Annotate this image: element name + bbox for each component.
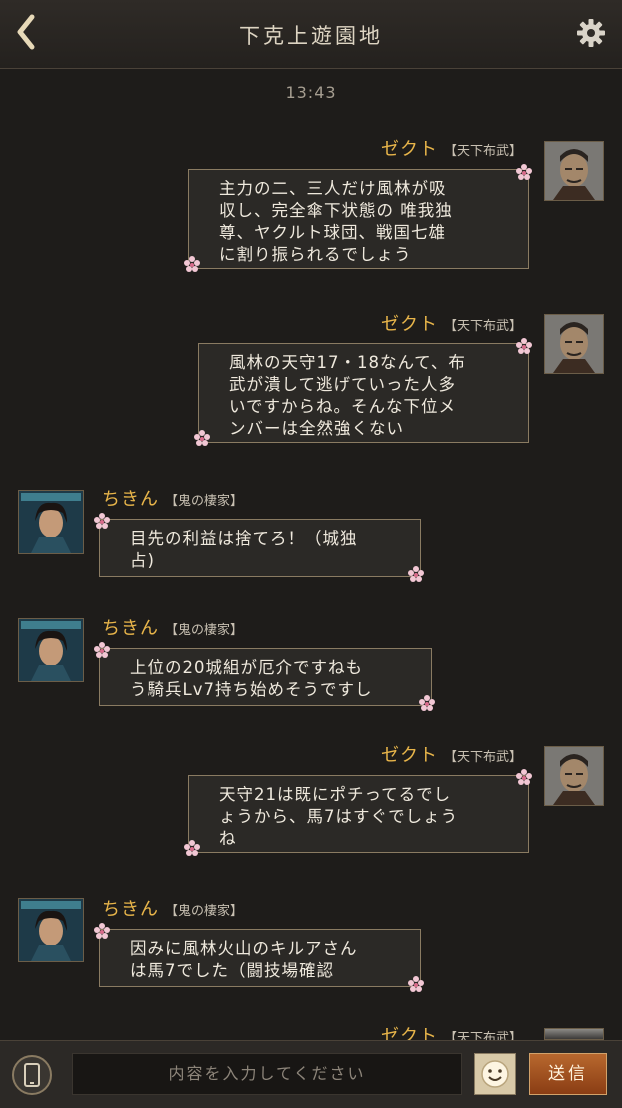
sender-guild: 【天下布武】 <box>443 144 522 159</box>
smiley-icon <box>481 1060 509 1088</box>
page-title: 下克上遊園地 <box>239 24 383 48</box>
sender-row: ちきん 【鬼の棲家】 <box>102 614 243 640</box>
sakura-icon <box>94 642 110 658</box>
avatar[interactable] <box>544 746 604 806</box>
send-button[interactable]: 送信 <box>529 1053 607 1095</box>
sakura-icon <box>94 513 110 529</box>
sender-guild: 【鬼の棲家】 <box>165 904 244 919</box>
portrait-image <box>545 315 603 373</box>
message-line: 目先の利益は捨てろ！（城独 <box>130 529 358 548</box>
message-bubble: 因みに風林火山のキルアさん は馬7でした（闘技場確認 <box>99 929 421 987</box>
message-line: 主力の二、三人だけ風林が吸 <box>219 179 447 198</box>
message-line: 尊、ヤクルト球団、戦国七雄 <box>219 223 447 242</box>
message-line: に割り振られるでしょう <box>219 245 412 264</box>
avatar[interactable] <box>544 1028 604 1040</box>
sender-guild: 【天下布武】 <box>443 1031 522 1040</box>
settings-button[interactable] <box>576 18 606 48</box>
sakura-icon <box>94 923 110 939</box>
sakura-icon <box>516 338 532 354</box>
message-line: 因みに風林火山のキルアさん <box>130 939 358 958</box>
message-line: 天守21は既にポチってるでし <box>219 785 452 804</box>
phone-icon <box>24 1063 40 1087</box>
avatar[interactable] <box>18 898 84 962</box>
portrait-image <box>545 142 603 200</box>
message-bubble: 上位の20城組が厄介ですねも う騎兵Lv7持ち始めそうですし <box>99 648 432 706</box>
sakura-icon <box>516 164 532 180</box>
sender-row: ゼクト 【天下布武】 <box>381 741 522 767</box>
message-input[interactable]: 内容を入力してください <box>72 1053 462 1095</box>
sakura-icon <box>408 976 424 992</box>
message-line: 武が潰して逃げていった人多 <box>229 375 457 394</box>
sakura-icon <box>516 769 532 785</box>
portrait-image <box>19 899 83 961</box>
message-line: は馬7でした（闘技場確認 <box>130 961 334 980</box>
gear-icon <box>577 19 605 47</box>
portrait-image <box>19 619 83 681</box>
emoji-button[interactable] <box>474 1053 516 1095</box>
sender-guild: 【天下布武】 <box>443 319 522 334</box>
avatar[interactable] <box>18 618 84 682</box>
avatar[interactable] <box>18 490 84 554</box>
message-bubble: 天守21は既にポチってるでし ょうから、馬7はすぐでしょう ね <box>188 775 529 853</box>
portrait-image <box>545 747 603 805</box>
avatar[interactable] <box>544 141 604 201</box>
sakura-icon <box>184 840 200 856</box>
sender-name: ちきん <box>102 489 159 510</box>
sender-name: ちきん <box>102 899 159 920</box>
sender-row: ゼクト 【天下布武】 <box>381 310 522 336</box>
sender-name: ゼクト <box>380 139 438 160</box>
header-bar: 下克上遊園地 <box>0 0 622 69</box>
sender-guild: 【鬼の棲家】 <box>165 494 244 509</box>
message-timestamp: 13:43 <box>285 83 337 102</box>
voice-button[interactable] <box>12 1055 52 1095</box>
message-line: 収し、完全傘下状態の 唯我独 <box>219 201 453 220</box>
avatar[interactable] <box>544 314 604 374</box>
portrait-image <box>19 491 83 553</box>
message-bubble: 主力の二、三人だけ風林が吸 収し、完全傘下状態の 唯我独 尊、ヤクルト球団、戦国… <box>188 169 529 269</box>
sakura-icon <box>408 566 424 582</box>
sakura-icon <box>184 256 200 272</box>
sender-row: ゼクト 【天下布武】 <box>381 135 522 161</box>
message-line: 占) <box>130 551 155 570</box>
sakura-icon <box>419 695 435 711</box>
message-bubble: 目先の利益は捨てろ！（城独 占) <box>99 519 421 577</box>
message-line: ンバーは全然強くない <box>229 419 404 438</box>
sender-row: ちきん 【鬼の棲家】 <box>102 895 243 921</box>
sender-name: ちきん <box>102 618 159 639</box>
message-line: う騎兵Lv7持ち始めそうですし <box>130 680 373 699</box>
message-bubble: 風林の天守17・18なんて、布 武が潰して逃げていった人多 いですからね。そんな… <box>198 343 529 443</box>
sender-name: ゼクト <box>380 1026 438 1040</box>
sender-row: ゼクト 【天下布武】 <box>381 1022 522 1040</box>
message-line: ょうから、馬7はすぐでしょう <box>219 807 459 826</box>
sender-name: ゼクト <box>380 745 438 766</box>
message-line: 風林の天守17・18なんて、布 <box>229 353 466 372</box>
sender-name: ゼクト <box>380 314 438 335</box>
sender-row: ちきん 【鬼の棲家】 <box>102 485 243 511</box>
message-line: ね <box>219 829 237 848</box>
message-line: 上位の20城組が厄介ですねも <box>130 658 363 677</box>
message-line: いですからね。そんな下位メ <box>229 397 457 416</box>
sender-guild: 【天下布武】 <box>443 750 522 765</box>
input-bar: 内容を入力してください 送信 <box>0 1040 622 1108</box>
sender-guild: 【鬼の棲家】 <box>165 623 244 638</box>
sakura-icon <box>194 430 210 446</box>
